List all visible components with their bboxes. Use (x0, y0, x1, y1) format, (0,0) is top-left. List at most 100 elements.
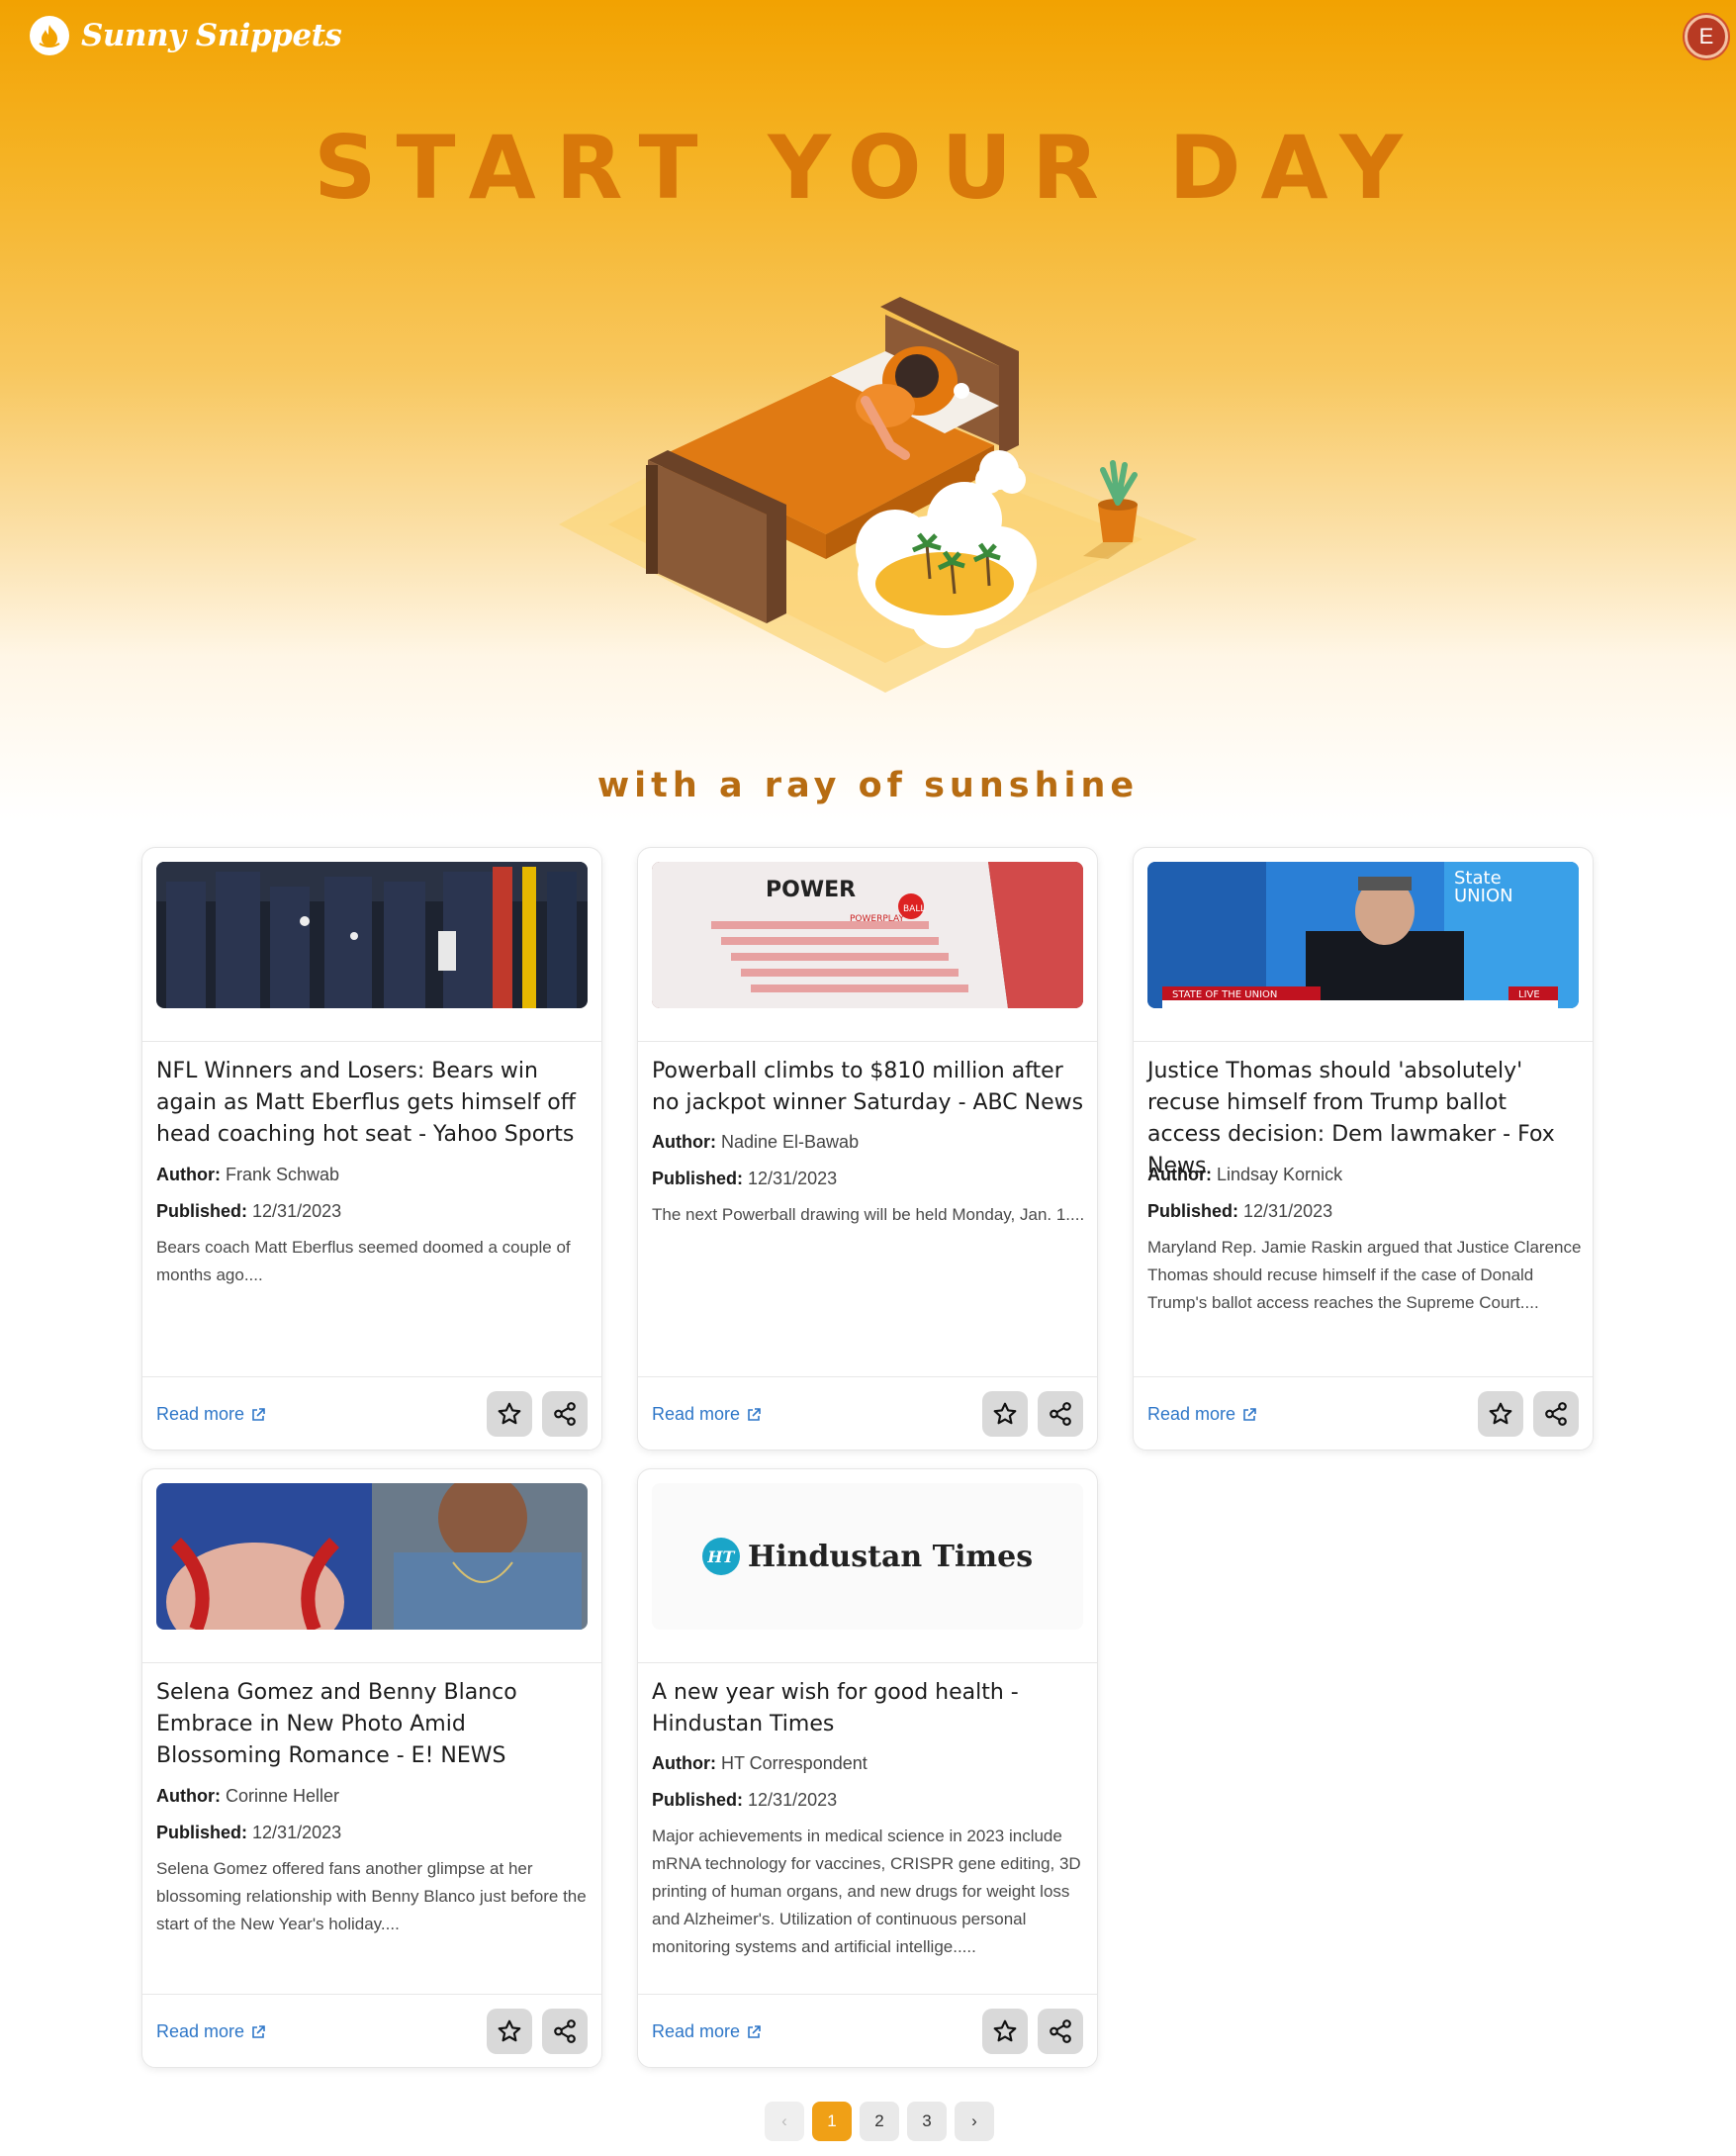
read-more-label: Read more (652, 1404, 741, 1424)
ht-wordmark: Hindustan Times (747, 1539, 1034, 1574)
hero-section: Sunny Snippets E START YOUR DAY with a r… (0, 0, 1736, 821)
published-label: Published: (156, 1201, 248, 1221)
read-more-link[interactable]: Read more (652, 1404, 762, 1425)
user-avatar[interactable]: E (1685, 15, 1728, 58)
author-name: Corinne Heller (226, 1786, 340, 1806)
star-icon (498, 1402, 521, 1425)
author-name: HT Correspondent (721, 1753, 868, 1773)
favorite-button[interactable] (982, 2009, 1028, 2054)
hero-title: START YOUR DAY (314, 117, 1422, 219)
author-label: Author: (156, 1165, 221, 1184)
favorite-button[interactable] (487, 1391, 532, 1437)
news-card: NFL Winners and Losers: Bears win again … (141, 847, 602, 1451)
read-more-link[interactable]: Read more (156, 2021, 266, 2042)
star-icon (498, 2019, 521, 2042)
next-page-button[interactable]: › (955, 2102, 994, 2141)
prev-page-button[interactable]: ‹ (765, 2102, 804, 2141)
share-button[interactable] (1533, 1391, 1579, 1437)
divider (142, 1376, 601, 1377)
article-title[interactable]: A new year wish for good health - Hindus… (652, 1677, 1087, 1740)
published-date: 12/31/2023 (252, 1201, 342, 1221)
article-author: Author: Nadine El-Bawab (652, 1132, 859, 1153)
favorite-button[interactable] (487, 2009, 532, 2054)
read-more-link[interactable]: Read more (1147, 1404, 1257, 1425)
read-more-link[interactable]: Read more (652, 2021, 762, 2042)
tv-chyron: STATE OF THE UNION (1172, 989, 1277, 1000)
article-description: Selena Gomez offered fans another glimps… (156, 1859, 587, 1933)
share-button[interactable] (1038, 1391, 1083, 1437)
article-title[interactable]: Justice Thomas should 'absolutely' recus… (1147, 1056, 1583, 1182)
divider (638, 1041, 1097, 1042)
share-icon (554, 2019, 576, 2043)
published-label: Published: (156, 1823, 248, 1842)
powerball-ball-text: BALL (903, 904, 925, 914)
article-image-tv-interview: State UNION STATE OF THE UNION LIVE (1147, 862, 1579, 1008)
article-published: Published: 12/31/2023 (652, 1169, 837, 1189)
article-author: Author: Corinne Heller (156, 1786, 339, 1807)
published-date: 12/31/2023 (748, 1169, 838, 1188)
favorite-button[interactable] (1478, 1391, 1523, 1437)
article-author: Author: Lindsay Kornick (1147, 1165, 1342, 1185)
divider (1134, 1376, 1593, 1377)
article-description: Maryland Rep. Jamie Raskin argued that J… (1147, 1238, 1582, 1312)
star-icon (993, 1402, 1017, 1425)
share-icon (1050, 1402, 1071, 1426)
external-link-icon (748, 1407, 761, 1421)
external-link-icon (252, 1407, 265, 1421)
read-more-label: Read more (652, 2021, 741, 2041)
author-label: Author: (652, 1132, 716, 1152)
tv-live-badge: LIVE (1518, 989, 1540, 1000)
app-name: Sunny Snippets (81, 18, 342, 53)
author-name: Nadine El-Bawab (721, 1132, 860, 1152)
star-icon (993, 2019, 1017, 2042)
sleeping-in-bed-illustration (559, 297, 1197, 693)
published-label: Published: (652, 1169, 744, 1188)
favorite-button[interactable] (982, 1391, 1028, 1437)
tv-logo-union: UNION (1454, 886, 1513, 906)
article-description: Major achievements in medical science in… (652, 1827, 1081, 1956)
article-published: Published: 12/31/2023 (652, 1790, 837, 1811)
published-date: 12/31/2023 (1243, 1201, 1333, 1221)
author-label: Author: (652, 1753, 716, 1773)
author-label: Author: (156, 1786, 221, 1806)
read-more-link[interactable]: Read more (156, 1404, 266, 1425)
share-button[interactable] (542, 2009, 588, 2054)
app-logo[interactable]: Sunny Snippets (30, 16, 342, 55)
article-image-football (156, 862, 588, 1008)
news-card: HT Hindustan Times A new year wish for g… (637, 1468, 1098, 2068)
article-title[interactable]: NFL Winners and Losers: Bears win again … (156, 1056, 592, 1151)
article-title[interactable]: Powerball climbs to $810 million after n… (652, 1056, 1087, 1119)
external-link-icon (252, 2024, 265, 2038)
star-icon (1489, 1402, 1512, 1425)
article-published: Published: 12/31/2023 (156, 1823, 341, 1843)
divider (638, 1376, 1097, 1377)
share-icon (1545, 1402, 1567, 1426)
share-button[interactable] (542, 1391, 588, 1437)
divider (142, 1041, 601, 1042)
page-button-3[interactable]: 3 (907, 2102, 947, 2141)
share-button[interactable] (1038, 2009, 1083, 2054)
article-author: Author: HT Correspondent (652, 1753, 868, 1774)
logo-flame-icon (30, 16, 69, 55)
hero-tagline: with a ray of sunshine (596, 766, 1140, 805)
powerplay-text: POWERPLAY (850, 914, 904, 924)
divider (638, 1994, 1097, 1995)
divider (1134, 1041, 1593, 1042)
article-description: Bears coach Matt Eberflus seemed doomed … (156, 1238, 571, 1284)
published-label: Published: (652, 1790, 744, 1810)
page-button-2[interactable]: 2 (860, 2102, 899, 2141)
article-description: The next Powerball drawing will be held … (652, 1205, 1085, 1224)
divider (638, 1662, 1097, 1663)
divider (142, 1662, 601, 1663)
read-more-label: Read more (1147, 1404, 1236, 1424)
author-name: Frank Schwab (226, 1165, 340, 1184)
ht-badge-icon: HT (701, 1538, 740, 1575)
author-label: Author: (1147, 1165, 1212, 1184)
page-button-1[interactable]: 1 (812, 2102, 852, 2141)
share-icon (1050, 2019, 1071, 2043)
top-bar: Sunny Snippets E (0, 0, 1736, 79)
article-title[interactable]: Selena Gomez and Benny Blanco Embrace in… (156, 1677, 592, 1772)
divider (142, 1994, 601, 1995)
read-more-label: Read more (156, 1404, 245, 1424)
news-card: State UNION STATE OF THE UNION LIVE Just… (1133, 847, 1594, 1451)
